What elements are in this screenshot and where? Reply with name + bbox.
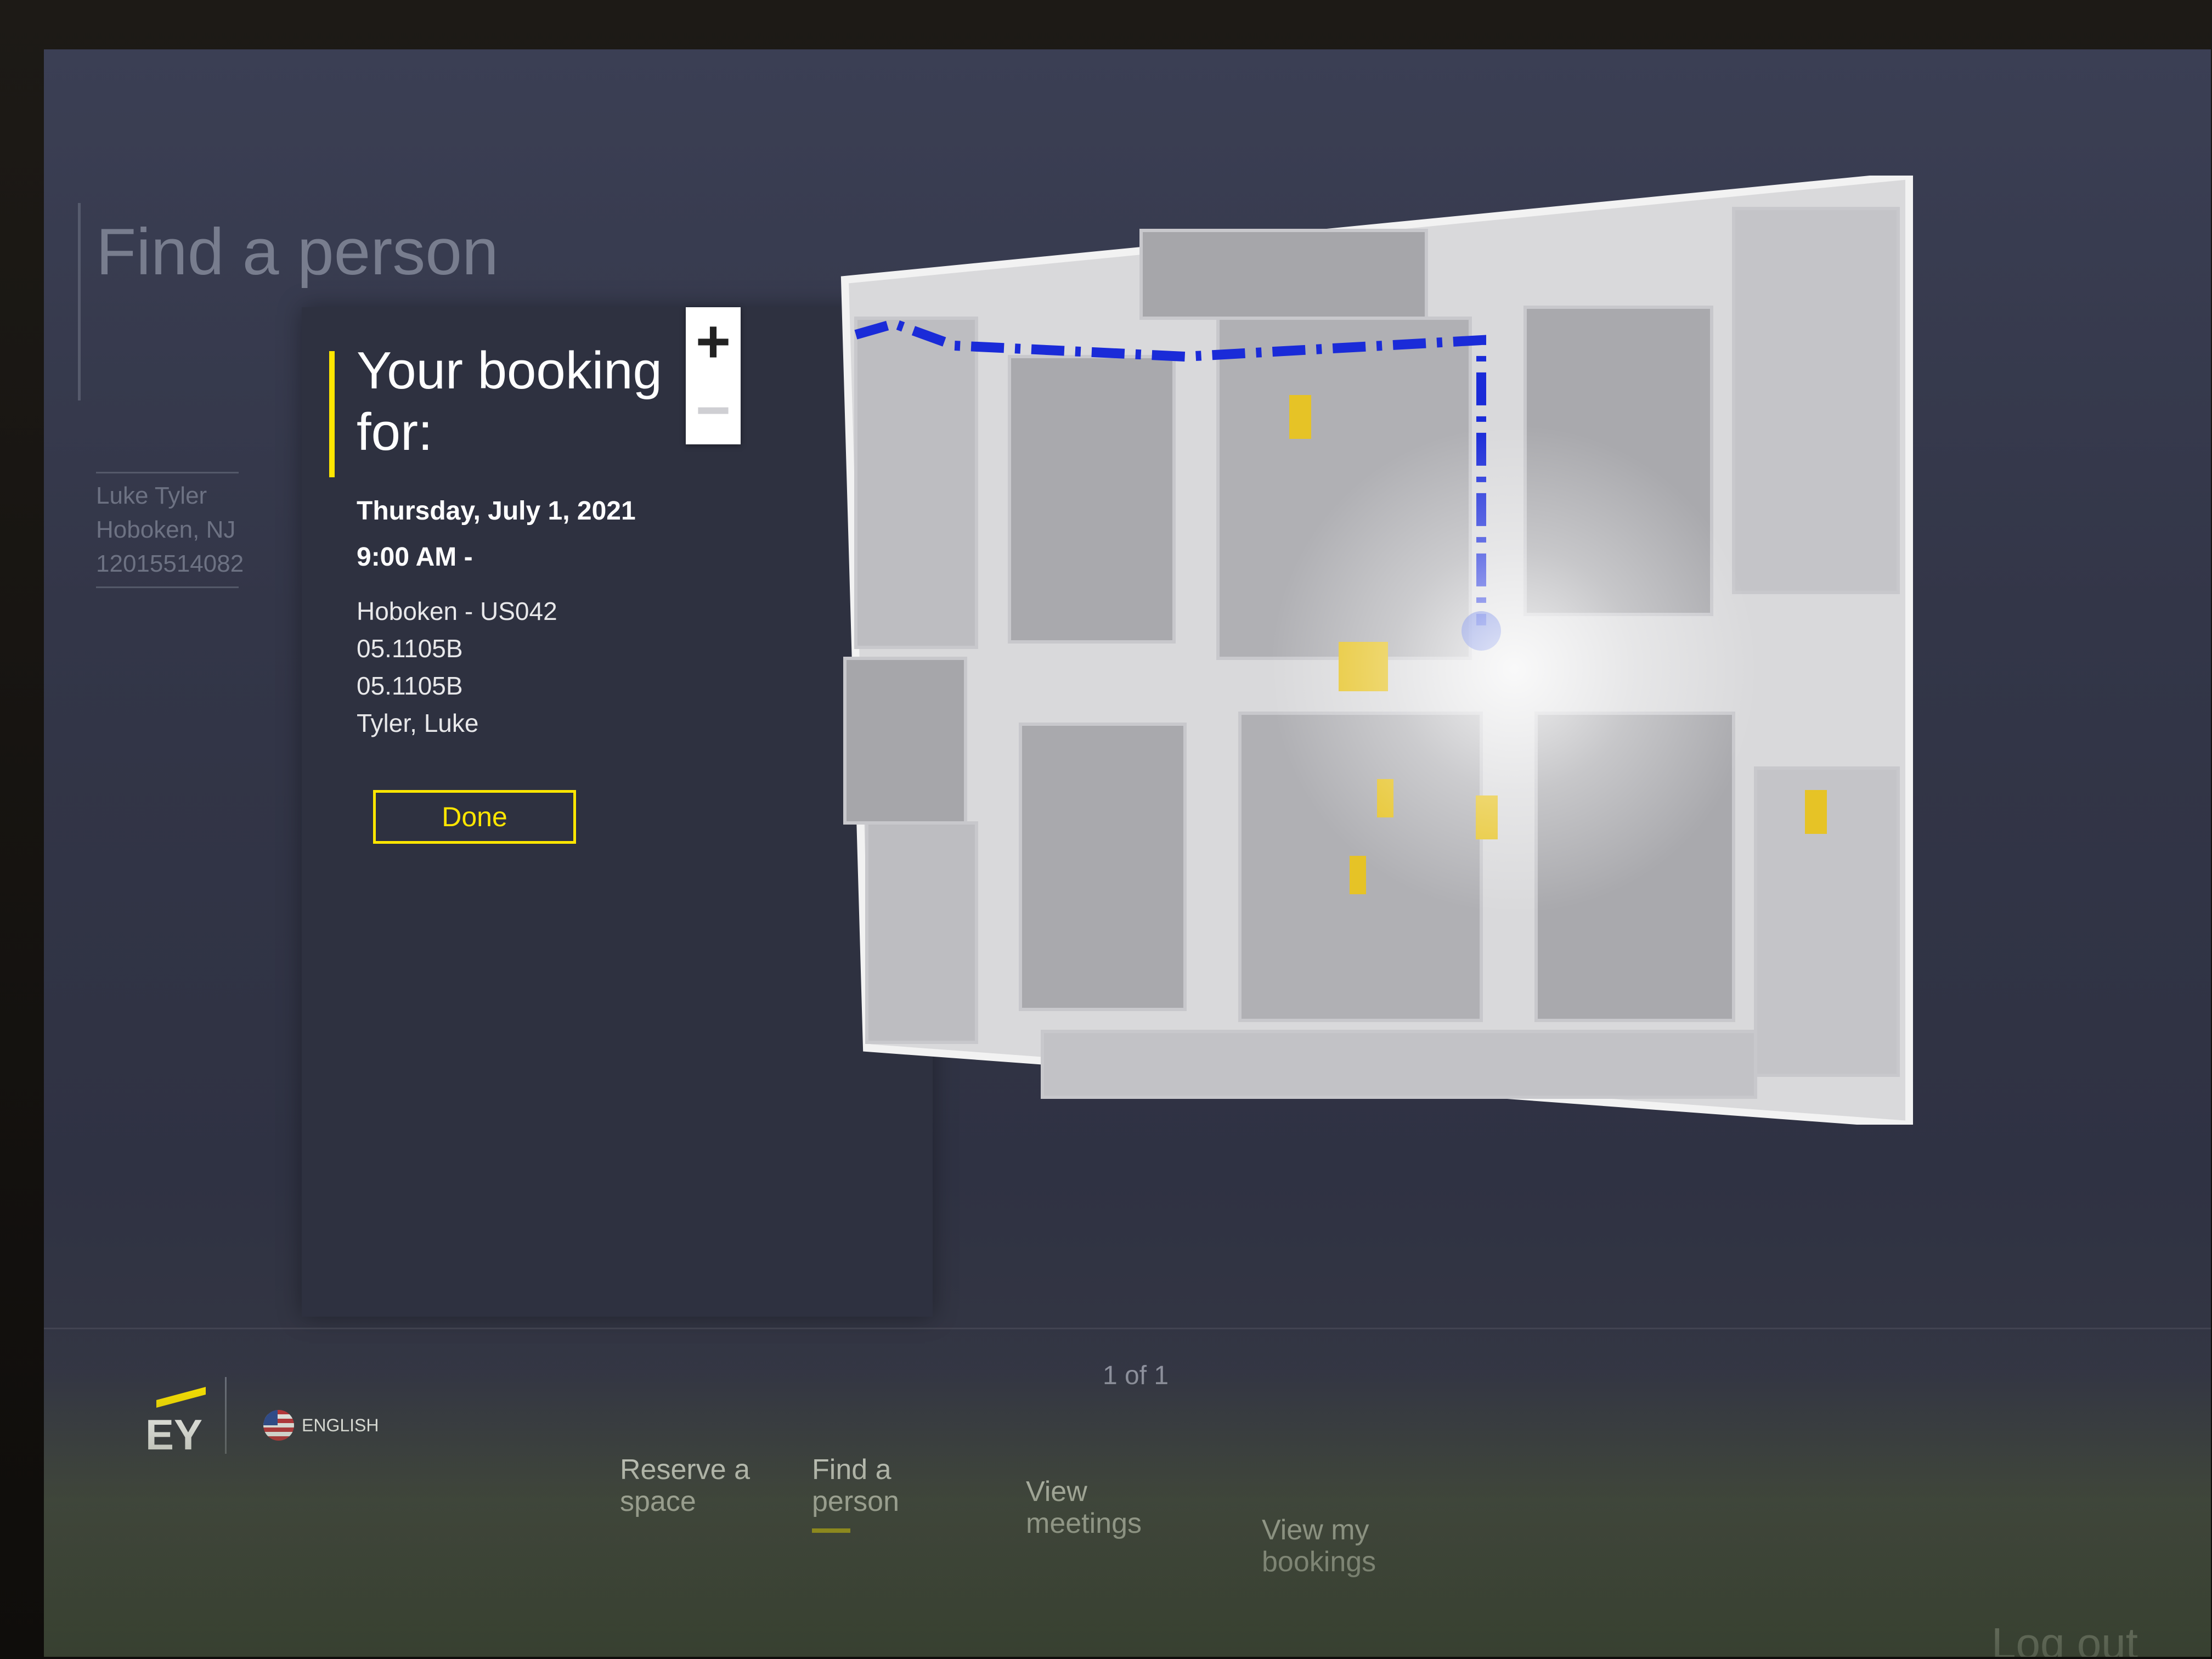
room-block xyxy=(1008,355,1176,644)
booking-date: Thursday, July 1, 2021 xyxy=(357,496,636,526)
booking-space-name: 05.1105B xyxy=(357,672,463,700)
done-button[interactable]: Done xyxy=(373,790,576,844)
desk-cluster xyxy=(1732,207,1900,594)
room-block xyxy=(1534,712,1735,1022)
booking-building: Hoboken - US042 xyxy=(357,597,557,625)
profile-phone: 12015514082 xyxy=(96,550,244,577)
nav-view-meetings[interactable]: View meetings xyxy=(1026,1476,1169,1539)
stairs-icon xyxy=(1289,395,1311,439)
nav-reserve-space[interactable]: Reserve a space xyxy=(620,1454,763,1517)
room-block xyxy=(1019,723,1187,1011)
accent-bar xyxy=(329,351,335,477)
divider xyxy=(96,586,239,588)
logo-text: EY xyxy=(145,1410,203,1459)
stairs-icon xyxy=(1476,795,1498,839)
nav-find-person[interactable]: Find a person xyxy=(812,1454,933,1533)
booking-datetime: Thursday, July 1, 2021 9:00 AM - xyxy=(357,488,636,580)
booking-time: 9:00 AM - xyxy=(357,543,473,572)
divider xyxy=(96,472,239,473)
profile-location: Hoboken, NJ xyxy=(96,516,236,543)
floor-plan-svg xyxy=(840,171,1913,1129)
room-block xyxy=(1216,317,1472,660)
room-block xyxy=(1523,306,1713,616)
desk-row xyxy=(1041,1030,1757,1099)
nav-view-bookings[interactable]: View my bookings xyxy=(1262,1514,1415,1578)
room-block xyxy=(843,657,967,825)
floor-plan-map[interactable] xyxy=(834,171,1931,1129)
title-rule xyxy=(78,203,81,400)
kiosk-screen: Find a person Luke Tyler Hoboken, NJ 120… xyxy=(44,49,2211,1657)
booking-person: Tyler, Luke xyxy=(357,709,479,737)
page-title: Find a person xyxy=(96,215,499,289)
elevator-icon xyxy=(1339,642,1388,691)
footer-divider xyxy=(44,1328,2211,1329)
profile-card: Luke Tyler Hoboken, NJ 12015514082 xyxy=(96,466,244,594)
footer-separator xyxy=(225,1377,227,1454)
profile-name: Luke Tyler xyxy=(96,482,207,509)
logo-accent xyxy=(156,1386,206,1408)
page-indicator: 1 of 1 xyxy=(1103,1361,1169,1390)
booking-details: Hoboken - US042 05.1105B 05.1105B Tyler,… xyxy=(357,592,557,742)
zoom-control: + − xyxy=(686,307,741,444)
zoom-in-icon[interactable]: + xyxy=(686,307,741,376)
language-label: ENGLISH xyxy=(302,1415,379,1435)
desk-cluster xyxy=(865,821,978,1044)
location-pin-icon xyxy=(1462,611,1501,651)
logout-button[interactable]: Log out xyxy=(1991,1618,2138,1657)
restroom-icon xyxy=(1350,856,1366,894)
booking-heading: Your booking for: xyxy=(357,341,662,461)
language-selector[interactable]: ENGLISH xyxy=(263,1410,379,1441)
us-flag-icon xyxy=(263,1410,294,1441)
zoom-out-icon[interactable]: − xyxy=(686,376,741,444)
desk-cluster xyxy=(854,317,978,649)
stairs-icon xyxy=(1805,790,1827,834)
booking-space: 05.1105B xyxy=(357,634,463,663)
restroom-icon xyxy=(1377,779,1393,817)
ey-logo: EY xyxy=(145,1386,206,1459)
room-block xyxy=(1139,229,1428,320)
